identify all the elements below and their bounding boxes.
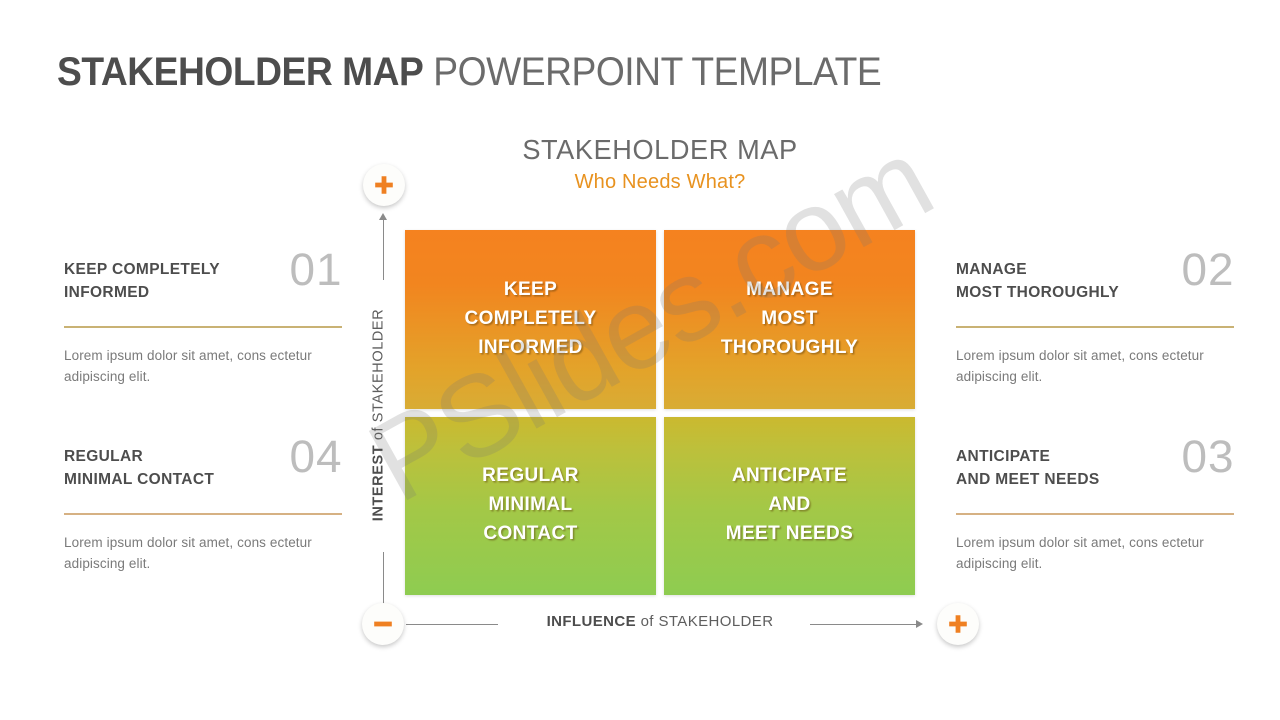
info-panel-number: 01 <box>289 244 343 295</box>
info-panel-header: MANAGE MOST THOROUGHLY 02 <box>956 247 1234 317</box>
plus-icon <box>947 613 969 635</box>
info-panel-number: 04 <box>289 431 343 482</box>
info-panel-03[interactable]: ANTICIPATE AND MEET NEEDS 03 Lorem ipsum … <box>956 434 1234 575</box>
info-panel-04[interactable]: REGULAR MINIMAL CONTACT 04 Lorem ipsum do… <box>64 434 342 575</box>
quadrant-bottom-right[interactable]: ANTICIPATE AND MEET NEEDS <box>664 416 915 595</box>
info-panel-body: Lorem ipsum dolor sit amet, cons ectetur… <box>64 347 312 385</box>
info-panel-divider <box>956 326 1234 328</box>
x-axis-label-strong: INFLUENCE <box>546 613 636 630</box>
x-axis-arrow-icon <box>916 620 923 628</box>
y-axis-label-light: of STAKEHOLDER <box>370 308 387 445</box>
plus-marker-top[interactable] <box>363 164 405 206</box>
info-panel-body: Lorem ipsum dolor sit amet, cons ectetur… <box>956 347 1204 385</box>
stakeholder-matrix: KEEP COMPLETELY INFORMED MANAGE MOST THOROUG… <box>405 230 915 595</box>
chart-heading-subtitle: Who Needs What? <box>574 170 746 193</box>
page-title-light: POWERPOINT TEMPLATE <box>423 50 882 94</box>
minus-marker-left[interactable] <box>362 603 404 645</box>
y-axis-label: INTEREST of STAKEHOLDER <box>366 290 390 540</box>
info-panel-divider <box>64 326 342 328</box>
info-panel-divider <box>64 513 342 515</box>
chart-heading: STAKEHOLDER MAP Who Needs What? <box>405 134 915 194</box>
chart-heading-title: STAKEHOLDER MAP <box>522 134 798 165</box>
y-axis-label-strong: INTEREST <box>370 444 387 522</box>
quadrant-bottom-left[interactable]: REGULAR MINIMAL CONTACT <box>405 416 656 595</box>
info-panel-header: KEEP COMPLETELY INFORMED 01 <box>64 247 342 317</box>
info-panel-number: 03 <box>1181 431 1235 482</box>
quadrant-top-right[interactable]: MANAGE MOST THOROUGHLY <box>664 230 915 409</box>
info-panel-01[interactable]: KEEP COMPLETELY INFORMED 01 Lorem ipsum d… <box>64 247 342 388</box>
plus-icon <box>373 174 395 196</box>
info-panel-divider <box>956 513 1234 515</box>
info-panel-header: ANTICIPATE AND MEET NEEDS 03 <box>956 434 1234 504</box>
x-axis-label-light: of STAKEHOLDER <box>636 613 774 630</box>
y-axis-line-bottom <box>383 552 384 604</box>
info-panel-number: 02 <box>1181 244 1235 295</box>
page-title: STAKEHOLDER MAP POWERPOINT TEMPLATE <box>57 50 882 95</box>
info-panel-body: Lorem ipsum dolor sit amet, cons ectetur… <box>956 534 1204 572</box>
quadrant-top-left[interactable]: KEEP COMPLETELY INFORMED <box>405 230 656 409</box>
page-title-bold: STAKEHOLDER MAP <box>57 50 424 94</box>
plus-marker-right[interactable] <box>937 603 979 645</box>
info-panel-02[interactable]: MANAGE MOST THOROUGHLY 02 Lorem ipsum dol… <box>956 247 1234 388</box>
minus-icon <box>372 613 394 635</box>
x-axis-label: INFLUENCE of STAKEHOLDER <box>415 613 905 630</box>
info-panel-header: REGULAR MINIMAL CONTACT 04 <box>64 434 342 504</box>
info-panel-body: Lorem ipsum dolor sit amet, cons ectetur… <box>64 534 312 572</box>
y-axis-line-top <box>383 218 384 280</box>
